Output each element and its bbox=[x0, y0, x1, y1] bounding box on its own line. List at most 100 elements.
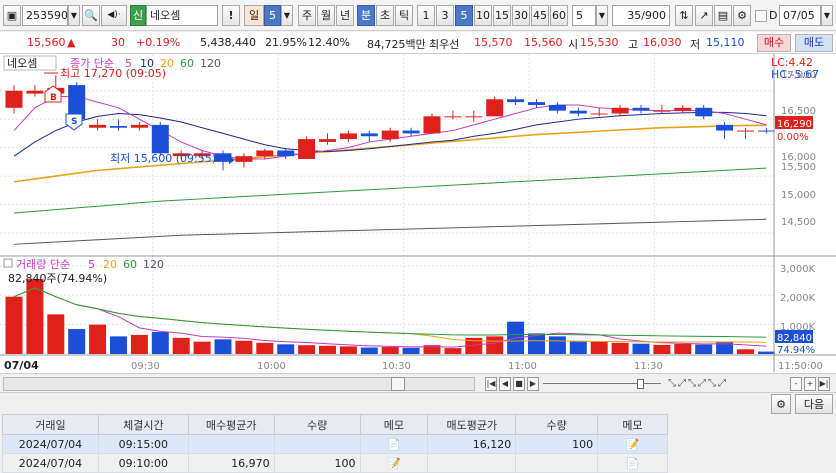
open-label: 시 bbox=[568, 38, 579, 51]
candle-body bbox=[548, 104, 566, 111]
warning-button[interactable]: ! bbox=[222, 5, 240, 26]
change-value: 30 bbox=[111, 36, 125, 49]
search-icon[interactable]: 🔍 bbox=[82, 5, 100, 26]
vol-legend-label[interactable]: 거래량 단순 bbox=[16, 258, 70, 271]
date-input[interactable]: 07/05 bbox=[779, 5, 821, 26]
candle-body bbox=[130, 124, 148, 128]
period-week-button[interactable]: 주 bbox=[298, 5, 316, 26]
volume-bar bbox=[298, 345, 316, 354]
vol-legend-ma120[interactable]: 120 bbox=[143, 258, 164, 271]
scroll-next-icon[interactable]: ▶ bbox=[527, 377, 539, 391]
scroll-first-icon[interactable]: |◀ bbox=[485, 377, 497, 391]
scroll-thumb[interactable] bbox=[391, 377, 405, 391]
col-sell-qty[interactable]: 수량 bbox=[515, 414, 599, 435]
scroll-last-icon[interactable]: ▶| bbox=[818, 377, 830, 391]
minute-45-button[interactable]: 45 bbox=[531, 5, 549, 26]
volume-bar bbox=[47, 314, 65, 354]
sell-button[interactable]: 매도 bbox=[795, 34, 833, 52]
ma120-line bbox=[13, 218, 767, 245]
volume-bar bbox=[89, 324, 107, 354]
col-exec-time[interactable]: 체결시간 bbox=[97, 414, 189, 435]
volume-bar bbox=[277, 344, 295, 354]
stock-chart[interactable]: 17,000 16,500 16,000 15,500 15,000 14,50… bbox=[0, 54, 836, 374]
candle-body bbox=[214, 153, 232, 162]
trade-grid-toolbar: ⚙ 다음 bbox=[0, 392, 836, 414]
period-month-button[interactable]: 월 bbox=[317, 5, 335, 26]
time-tick: 09:30 bbox=[131, 361, 160, 372]
candle-body bbox=[674, 107, 692, 111]
stock-name-field[interactable]: 네오셈 bbox=[146, 5, 218, 26]
candle-body bbox=[360, 133, 378, 137]
calendar-dropdown-icon[interactable]: ▼ bbox=[821, 5, 833, 26]
period-year-button[interactable]: 년 bbox=[336, 5, 354, 26]
period-minute-button[interactable]: 분 bbox=[357, 5, 375, 26]
col-buy-memo[interactable]: 메모 bbox=[359, 414, 429, 435]
memo-icon[interactable]: 📄 bbox=[597, 453, 668, 473]
memo-icon[interactable]: 📝 bbox=[597, 434, 668, 454]
memo-icon[interactable]: 📝 bbox=[359, 453, 429, 473]
candle-body bbox=[319, 139, 336, 142]
col-buy-qty[interactable]: 수량 bbox=[273, 414, 361, 435]
drawing-tools-icon[interactable]: ⤡⤢⤡⤢⤡⤢ bbox=[668, 378, 728, 389]
volume-bar bbox=[611, 342, 629, 354]
col-trade-date[interactable]: 거래일 bbox=[2, 414, 99, 435]
minute-30-button[interactable]: 30 bbox=[512, 5, 530, 26]
count-dropdown-icon[interactable]: ▼ bbox=[596, 5, 608, 26]
volume-tick: 3,000K bbox=[780, 264, 816, 275]
zoom-out-button[interactable]: - bbox=[790, 377, 802, 391]
period-day-button[interactable]: 일 bbox=[244, 5, 264, 26]
stock-code-input[interactable]: 253590 bbox=[22, 5, 68, 26]
minute-60-button[interactable]: 60 bbox=[550, 5, 568, 26]
volume-bar bbox=[757, 351, 775, 354]
vol-legend-ma20[interactable]: 20 bbox=[103, 258, 117, 271]
period-second-button[interactable]: 초 bbox=[376, 5, 394, 26]
speed-slider-thumb[interactable] bbox=[637, 379, 644, 389]
next-button[interactable]: 다음 bbox=[795, 394, 833, 414]
minute-1-button[interactable]: 1 bbox=[417, 5, 435, 26]
save-icon[interactable]: ▤ bbox=[714, 5, 732, 26]
table-row[interactable]: 2024/07/04 09:15:00 📄 16,120 100 📝 bbox=[2, 434, 668, 454]
grid-settings-icon[interactable]: ⚙ bbox=[771, 394, 791, 414]
candle-body bbox=[277, 150, 295, 157]
legend-ma120[interactable]: 120 bbox=[200, 57, 221, 70]
period-tick-button[interactable]: 틱 bbox=[395, 5, 413, 26]
col-sell-avg[interactable]: 매도평균가 bbox=[427, 414, 517, 435]
cell-sell-qty: 100 bbox=[515, 434, 599, 454]
minute-3-button[interactable]: 3 bbox=[436, 5, 454, 26]
scroll-prev-icon[interactable]: ◀ bbox=[499, 377, 511, 391]
period-count-field[interactable]: 5 bbox=[264, 5, 281, 26]
volume-bar bbox=[319, 345, 336, 354]
memo-icon[interactable]: 📄 bbox=[359, 434, 429, 454]
draw-icon[interactable]: ↗ bbox=[695, 5, 713, 26]
legend-ma60[interactable]: 60 bbox=[180, 57, 194, 70]
speaker-icon[interactable]: ◀)· bbox=[101, 5, 127, 26]
candle-body bbox=[590, 113, 608, 115]
buy-button[interactable]: 매수 bbox=[757, 34, 791, 52]
volume-bar bbox=[737, 349, 754, 354]
candle-body bbox=[507, 99, 525, 103]
code-dropdown-icon[interactable]: ▼ bbox=[68, 5, 80, 26]
volume-bar bbox=[235, 340, 253, 354]
col-buy-avg[interactable]: 매수평균가 bbox=[187, 414, 275, 435]
period-dropdown-icon[interactable]: ▼ bbox=[281, 5, 293, 26]
minute-15-button[interactable]: 15 bbox=[493, 5, 511, 26]
best-bid: 15,560 bbox=[524, 36, 563, 49]
zoom-in-button[interactable]: + bbox=[804, 377, 816, 391]
volume-bar bbox=[193, 341, 211, 354]
window-icon[interactable]: ▣ bbox=[3, 5, 21, 26]
indicator-icon[interactable]: ⇅ bbox=[675, 5, 693, 26]
col-sell-memo[interactable]: 메모 bbox=[597, 414, 668, 435]
ratio-pct: 12.40% bbox=[308, 36, 350, 49]
minute-10-button[interactable]: 10 bbox=[474, 5, 492, 26]
vol-legend-ma60[interactable]: 60 bbox=[123, 258, 137, 271]
candle-body bbox=[632, 107, 650, 111]
table-row[interactable]: 2024/07/04 09:10:00 16,970 100 📝 📄 bbox=[2, 453, 668, 473]
candle-body bbox=[89, 124, 107, 128]
cell-buy-qty: 100 bbox=[273, 453, 361, 473]
scroll-stop-icon[interactable]: ■ bbox=[513, 377, 525, 391]
minute-5-button[interactable]: 5 bbox=[455, 5, 473, 26]
vol-legend-ma5[interactable]: 5 bbox=[88, 258, 95, 271]
date-checkbox[interactable] bbox=[755, 10, 767, 22]
settings-icon[interactable]: ⚙ bbox=[733, 5, 751, 26]
count-input[interactable]: 5 bbox=[572, 5, 596, 26]
